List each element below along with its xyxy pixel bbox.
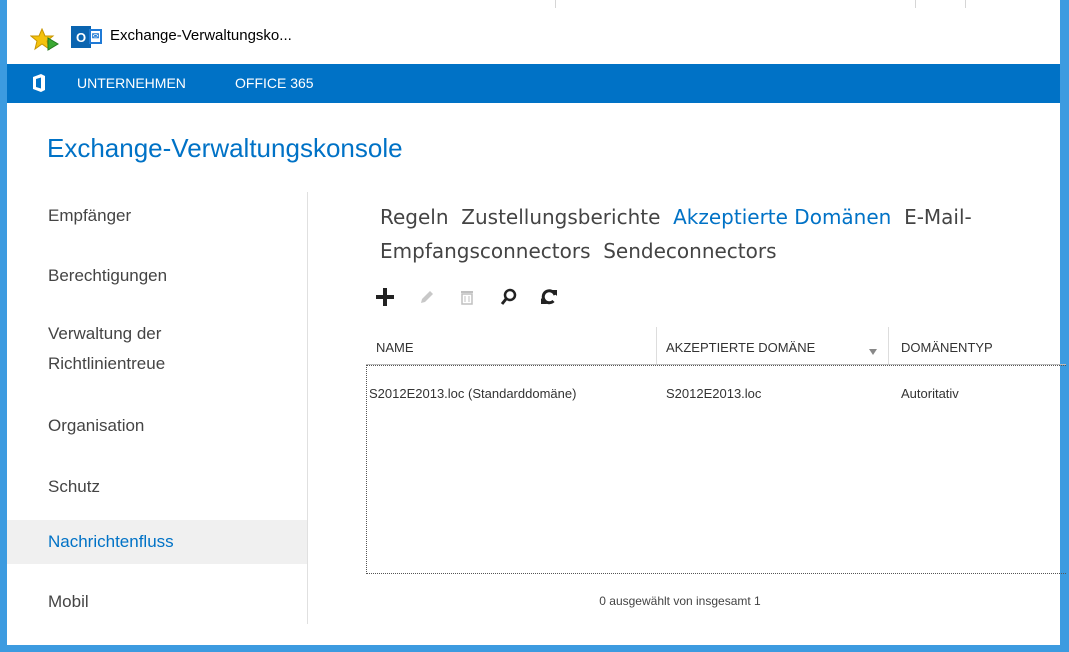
sidebar-item-organisation[interactable]: Organisation [7,412,307,439]
window-frame-bottom [0,645,1069,652]
outlook-icon: O ✉ [71,26,103,48]
sidebar-divider [307,192,308,624]
window-frame-left [0,0,7,652]
strip-divider [555,0,556,8]
tab-email-empfangsconnectors-part1[interactable]: E-Mail- [904,205,972,229]
column-header-name[interactable]: NAME [376,340,414,355]
nav-unternehmen[interactable]: UNTERNEHMEN [77,75,186,91]
office365-nav-bar: UNTERNEHMEN OFFICE 365 [7,64,1060,103]
delete-icon[interactable] [456,286,478,308]
tab-sendeconnectors[interactable]: Sendeconnectors [603,239,776,263]
sidebar-item-nachrichtenfluss[interactable]: Nachrichtenfluss [7,520,307,564]
search-icon[interactable] [498,286,520,308]
sidebar-item-verwaltung-line1[interactable]: Verwaltung der [7,320,307,347]
tab-zustellungsberichte[interactable]: Zustellungsberichte [461,205,660,229]
browser-tab-bar: O ✉ Exchange-Verwaltungsko... [7,8,1060,64]
strip-divider [915,0,916,8]
column-header-domaenentyp[interactable]: DOMÄNENTYP [901,340,993,355]
tab-title[interactable]: Exchange-Verwaltungsko... [110,27,292,44]
column-separator [656,327,657,364]
table-header: NAME AKZEPTIERTE DOMÄNE DOMÄNENTYP [366,327,1066,365]
tab-email-empfangsconnectors-part2[interactable]: Empfangsconnectors [380,239,591,263]
sidebar-item-mobil[interactable]: Mobil [7,588,307,615]
favorites-star-icon[interactable] [29,27,60,56]
sidebar-item-schutz[interactable]: Schutz [7,473,307,500]
top-strip [7,0,1060,8]
tab-regeln[interactable]: Regeln [380,205,449,229]
subnav-tabs: Regeln Zustellungsberichte Akzeptierte D… [380,200,1060,268]
tab-akzeptierte-domaenen[interactable]: Akzeptierte Domänen [673,205,891,229]
sort-descending-icon[interactable] [869,343,877,358]
selection-status: 0 ausgewählt von insgesamt 1 [599,594,761,608]
add-icon[interactable] [374,286,396,308]
strip-divider [965,0,966,8]
refresh-icon[interactable] [538,286,560,308]
cell-domain: S2012E2013.loc [666,386,762,401]
column-header-akzeptierte-domaene[interactable]: AKZEPTIERTE DOMÄNE [666,340,815,355]
office-logo-icon[interactable] [32,74,46,95]
subnav-line-2: Empfangsconnectors Sendeconnectors [380,234,1060,268]
sidebar-item-empfaenger[interactable]: Empfänger [7,202,307,229]
table-row[interactable]: S2012E2013.loc (Standarddomäne) S2012E20… [367,376,1067,412]
domains-table: NAME AKZEPTIERTE DOMÄNE DOMÄNENTYP S2012… [366,327,1066,575]
cell-name: S2012E2013.loc (Standarddomäne) [369,386,577,401]
column-separator [888,327,889,364]
cell-type: Autoritativ [901,386,959,401]
edit-icon[interactable] [416,286,438,308]
nav-office365[interactable]: OFFICE 365 [235,75,314,91]
subnav-line-1: Regeln Zustellungsberichte Akzeptierte D… [380,200,1060,234]
sidebar-item-berechtigungen[interactable]: Berechtigungen [7,262,307,289]
page-title: Exchange-Verwaltungskonsole [47,133,403,163]
table-body: S2012E2013.loc (Standarddomäne) S2012E20… [366,365,1066,574]
sidebar-item-verwaltung-line2[interactable]: Richtlinientreue [7,350,307,377]
